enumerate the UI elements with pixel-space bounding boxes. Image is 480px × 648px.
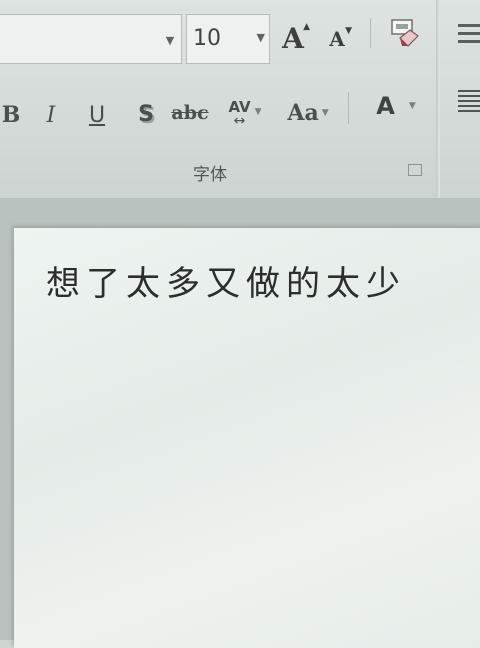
change-case-button[interactable]: Aa ▼ — [282, 96, 334, 130]
font-name-field[interactable] — [0, 14, 182, 64]
shrink-font-label: A — [329, 27, 345, 51]
shrink-font-button[interactable]: A ▼ — [322, 24, 352, 54]
font-size-field[interactable]: 10 ▼ — [186, 14, 270, 64]
chevron-down-icon[interactable]: ▼ — [322, 108, 329, 118]
font-size-dropdown-icon[interactable]: ▼ — [257, 31, 265, 44]
bullet-list-icon[interactable] — [458, 24, 480, 48]
grow-font-button[interactable]: A ▲ — [276, 20, 310, 56]
clear-formatting-icon — [391, 19, 419, 47]
align-justify-icon[interactable] — [458, 90, 480, 114]
font-color-label: A — [376, 92, 395, 120]
ribbon-group-divider — [436, 0, 440, 198]
chevron-down-icon[interactable]: ▼ — [255, 107, 262, 117]
ribbon: ▼ 10 ▼ A ▲ A ▼ B I U S abc AV ↔ ▼ Aa ▼ A… — [0, 0, 480, 198]
down-arrow-icon: ▼ — [345, 26, 352, 36]
clear-formatting-button[interactable] — [384, 14, 424, 54]
font-color-button[interactable]: A ▼ — [366, 86, 426, 126]
bold-label: B — [1, 102, 21, 128]
underline-button[interactable]: U — [84, 100, 110, 130]
italic-label: I — [46, 102, 56, 128]
strikethrough-label: abc — [171, 102, 209, 124]
bold-button[interactable]: B — [0, 100, 22, 130]
dialog-launcher-icon[interactable] — [408, 164, 422, 176]
font-group-label: 字体 — [193, 165, 227, 185]
character-spacing-icon: AV ↔ — [228, 98, 250, 129]
separator — [348, 92, 349, 124]
font-size-value: 10 — [193, 26, 221, 51]
italic-button[interactable]: I — [38, 100, 64, 130]
chevron-down-icon[interactable]: ▼ — [409, 101, 416, 111]
shadow-button[interactable]: S — [130, 96, 162, 132]
grow-font-label: A — [282, 21, 304, 55]
underline-label: U — [88, 102, 106, 128]
change-case-label: Aa — [287, 100, 319, 126]
shadow-label: S — [138, 101, 154, 127]
document-text[interactable]: 想了太多又做的太少 — [46, 256, 406, 305]
up-arrow-icon: ▲ — [303, 22, 310, 32]
separator — [370, 18, 371, 48]
character-spacing-button[interactable]: AV ↔ ▼ — [218, 92, 272, 132]
double-arrow-icon: ↔ — [233, 113, 246, 129]
font-name-dropdown-icon[interactable]: ▼ — [160, 30, 180, 50]
strikethrough-button[interactable]: abc — [170, 98, 210, 128]
